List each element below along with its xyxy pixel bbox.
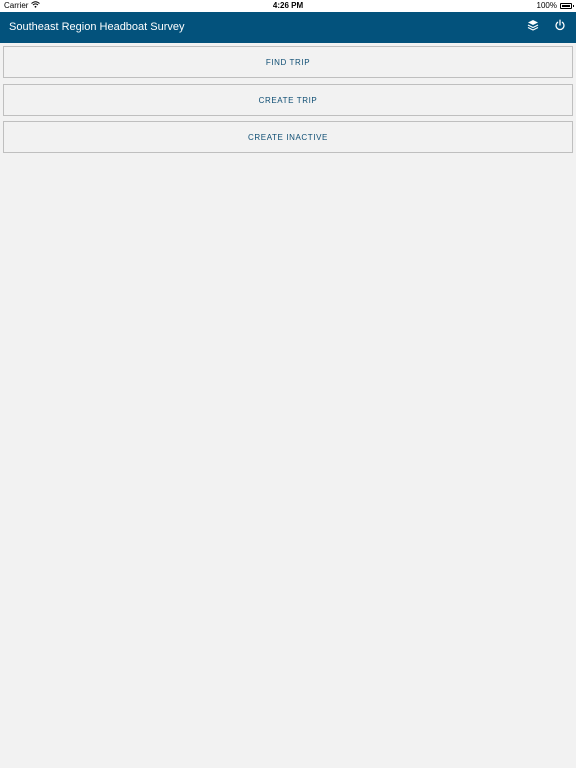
create-inactive-label: CREATE INACTIVE	[248, 132, 328, 142]
app-title: Southeast Region Headboat Survey	[9, 21, 185, 33]
battery-icon	[560, 2, 574, 9]
battery-indicator: 100%	[536, 1, 574, 10]
logout-button[interactable]	[553, 18, 567, 36]
create-inactive-button[interactable]: CREATE INACTIVE	[3, 121, 573, 153]
create-trip-button[interactable]: CREATE TRIP	[3, 84, 573, 116]
find-trip-label: FIND TRIP	[265, 57, 311, 67]
layers-button[interactable]	[526, 20, 540, 34]
power-icon	[554, 18, 566, 36]
find-trip-button[interactable]: FIND TRIP	[3, 46, 573, 78]
status-bar: Carrier 4:26 PM 100%	[0, 0, 576, 12]
layers-icon	[527, 18, 539, 36]
create-trip-label: CREATE TRIP	[258, 95, 318, 105]
battery-percentage: 100%	[536, 1, 557, 10]
app-header: Southeast Region Headboat Survey	[0, 12, 576, 43]
clock: 4:26 PM	[272, 1, 304, 10]
